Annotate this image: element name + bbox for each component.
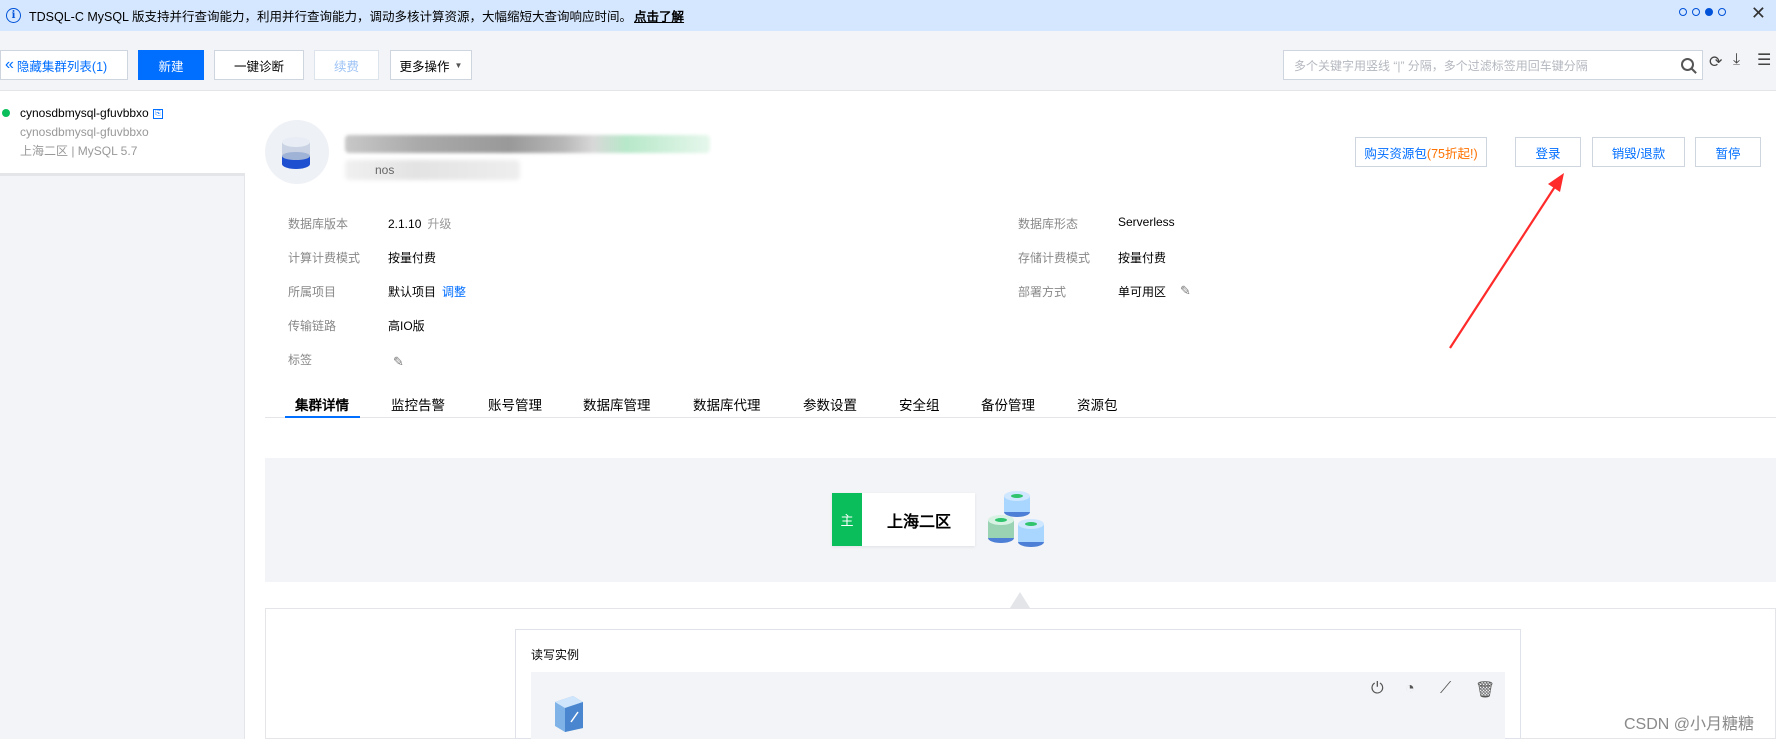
deploy-label: 部署方式 — [1018, 285, 1067, 299]
search-input[interactable]: 多个关键字用竖线 “|” 分隔，多个过滤标签用回车键分隔 — [1283, 50, 1703, 80]
tab-database-proxy[interactable]: 数据库代理 — [693, 394, 761, 414]
instance-icon — [555, 696, 583, 732]
compute-billing-label: 计算计费模式 — [288, 251, 361, 265]
tab-account-management[interactable]: 账号管理 — [488, 394, 542, 414]
tab-cluster-details[interactable]: 集群详情 — [295, 394, 349, 414]
close-icon[interactable]: ✕ — [1751, 3, 1766, 24]
pause-button[interactable]: 暂停 — [1695, 137, 1761, 167]
download-icon[interactable]: ⤓ — [1733, 51, 1740, 69]
active-tab-indicator — [285, 416, 360, 418]
project-label: 所属项目 — [288, 285, 337, 299]
region-name: 上海二区 — [887, 514, 952, 531]
redacted-cluster-title — [345, 135, 710, 153]
tab-monitoring-alerts[interactable]: 监控告警 — [391, 394, 445, 414]
info-icon: i — [6, 8, 21, 23]
storage-billing-label: 存储计费模式 — [1018, 251, 1091, 265]
monitor-chart-icon[interactable]: ⟋ — [1440, 680, 1451, 698]
one-click-diagnose-button[interactable]: 一键诊断 — [214, 50, 304, 80]
hide-cluster-list-button[interactable]: « 隐藏集群列表(1) — [0, 50, 128, 80]
pager-dot-3[interactable] — [1705, 8, 1713, 16]
database-avatar — [265, 120, 329, 184]
announcement-banner: i TDSQL-C MySQL 版支持并行查询能力，利用并行查询能力，调动多核计… — [0, 0, 1776, 31]
login-button[interactable]: 登录 — [1515, 137, 1581, 167]
search-icon[interactable] — [1681, 58, 1694, 71]
copy-icon[interactable]: ⎘ — [153, 109, 163, 119]
banner-learn-more-link[interactable]: 点击了解 — [634, 10, 684, 24]
cluster-list-pane: cynosdbmysql-gfuvbbxo ⎘ cynosdbmysql-gfu… — [0, 92, 245, 739]
double-chevron-left-icon: « — [5, 56, 14, 73]
tab-parameter-settings[interactable]: 参数设置 — [803, 394, 857, 414]
topology-area: 主 上海二区 — [265, 458, 1776, 582]
db-form-label: 数据库形态 — [1018, 217, 1079, 231]
database-icon — [282, 137, 310, 169]
banner-message: TDSQL-C MySQL 版支持并行查询能力，利用并行查询能力，调动多核计算资… — [29, 10, 685, 24]
annotation-arrow — [1449, 173, 1564, 349]
power-icon[interactable]: ⏻ — [1371, 680, 1384, 698]
detail-tabs: 集群详情 监控告警 账号管理 数据库管理 数据库代理 参数设置 安全组 备份管理… — [265, 388, 1776, 418]
primary-badge: 主 — [832, 493, 862, 546]
tags-label: 标签 — [288, 353, 313, 367]
destroy-refund-button[interactable]: 销毁/退款 — [1592, 137, 1685, 167]
caret-down-icon: ▼ — [454, 60, 463, 70]
status-dot — [2, 109, 10, 117]
create-button[interactable]: 新建 — [138, 50, 204, 80]
project-value: 默认项目 调整 — [388, 285, 467, 299]
adjust-project-link[interactable]: 调整 — [442, 285, 466, 299]
edit-deploy-icon[interactable]: ✎ — [1180, 283, 1191, 299]
speed-gauge-icon[interactable]: ◔ — [1405, 680, 1415, 698]
pager-dot-4[interactable] — [1718, 8, 1726, 16]
transport-label: 传输链路 — [288, 319, 337, 333]
instance-item[interactable]: ⏻ ◔ ⟋ 🗑 — [531, 672, 1505, 739]
db-form-value: Serverless — [1118, 215, 1175, 229]
list-settings-icon[interactable]: ☰ — [1757, 50, 1771, 70]
renew-button[interactable]: 续费 — [314, 50, 379, 80]
banner-pager — [1679, 8, 1726, 16]
tab-resource-package[interactable]: 资源包 — [1077, 394, 1118, 414]
cluster-name: cynosdbmysql-gfuvbbxo — [20, 125, 149, 139]
upgrade-link[interactable]: 升级 — [427, 217, 451, 231]
tab-backup-management[interactable]: 备份管理 — [981, 394, 1035, 414]
more-ops-dropdown[interactable]: 更多操作 ▼ — [390, 50, 472, 80]
watermark: CSDN @小月糖糖 — [1624, 716, 1755, 733]
db-version-label: 数据库版本 — [288, 217, 349, 231]
cluster-id: cynosdbmysql-gfuvbbxo — [20, 106, 149, 120]
edit-tags-icon[interactable]: ✎ — [393, 354, 404, 370]
transport-value: 高IO版 — [388, 319, 425, 333]
buy-resource-package-button[interactable]: 购买资源包 (75折起!) — [1355, 137, 1487, 167]
tab-security-group[interactable]: 安全组 — [899, 394, 940, 414]
pager-dot-1[interactable] — [1679, 8, 1687, 16]
storage-billing-value: 按量付费 — [1118, 251, 1167, 265]
deploy-value: 单可用区 — [1118, 285, 1167, 299]
cluster-subtitle-fragment: nos — [375, 163, 395, 177]
tab-database-management[interactable]: 数据库管理 — [583, 394, 651, 414]
connector-arrow — [1010, 592, 1030, 608]
read-write-instance-card: 读写实例 ⏻ ◔ ⟋ 🗑 — [515, 629, 1521, 739]
read-write-instance-title: 读写实例 — [531, 648, 580, 662]
refresh-icon[interactable]: ⟳ — [1709, 52, 1722, 72]
cluster-list-item[interactable]: cynosdbmysql-gfuvbbxo ⎘ cynosdbmysql-gfu… — [0, 92, 245, 176]
delete-icon[interactable]: 🗑 — [1475, 680, 1495, 700]
compute-billing-value: 按量付费 — [388, 251, 437, 265]
cluster-meta: 上海二区 | MySQL 5.7 — [20, 144, 138, 158]
redacted-cluster-subtitle — [345, 160, 520, 180]
db-version-value: 2.1.10 升级 — [388, 217, 452, 231]
pager-dot-2[interactable] — [1692, 8, 1700, 16]
toolbar: « 隐藏集群列表(1) 新建 一键诊断 续费 更多操作 ▼ 多个关键字用竖线 “… — [0, 31, 1776, 91]
database-cluster-icon — [988, 491, 1044, 547]
primary-region-card[interactable]: 主 上海二区 — [832, 493, 975, 546]
